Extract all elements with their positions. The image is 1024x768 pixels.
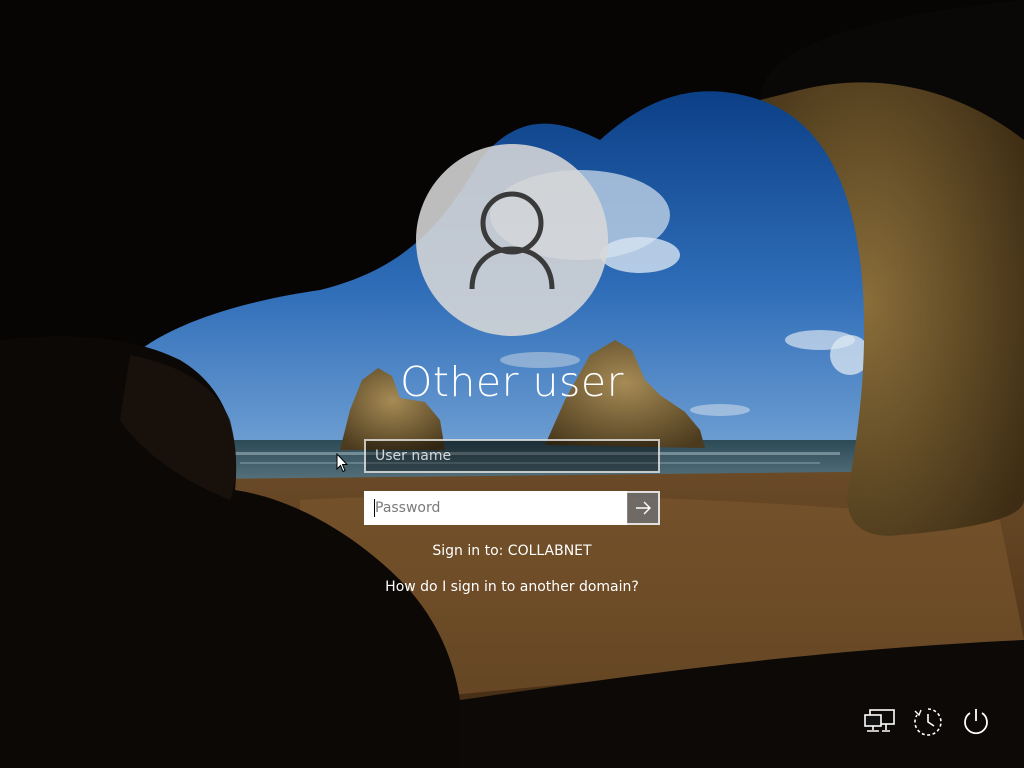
user-name-title: Other user [400,358,624,406]
arrow-right-icon [635,501,651,515]
user-avatar [416,144,608,336]
ease-of-access-button[interactable] [910,704,946,740]
power-button[interactable] [958,704,994,740]
network-icon [864,709,895,732]
password-input[interactable] [364,491,628,525]
submit-button[interactable] [627,491,660,525]
mouse-pointer-icon [336,453,348,473]
person-icon [469,191,555,290]
lock-screen: Other user Sign in to: COLLABNET How do … [0,0,1024,768]
power-icon [964,709,988,735]
username-input[interactable] [364,439,660,473]
domain-help-link[interactable]: How do I sign in to another domain? [312,579,712,595]
ease-of-access-icon [914,708,942,736]
sign-in-domain-text: Sign in to: COLLABNET [432,543,592,559]
text-caret [374,499,375,517]
network-button[interactable] [862,704,898,740]
